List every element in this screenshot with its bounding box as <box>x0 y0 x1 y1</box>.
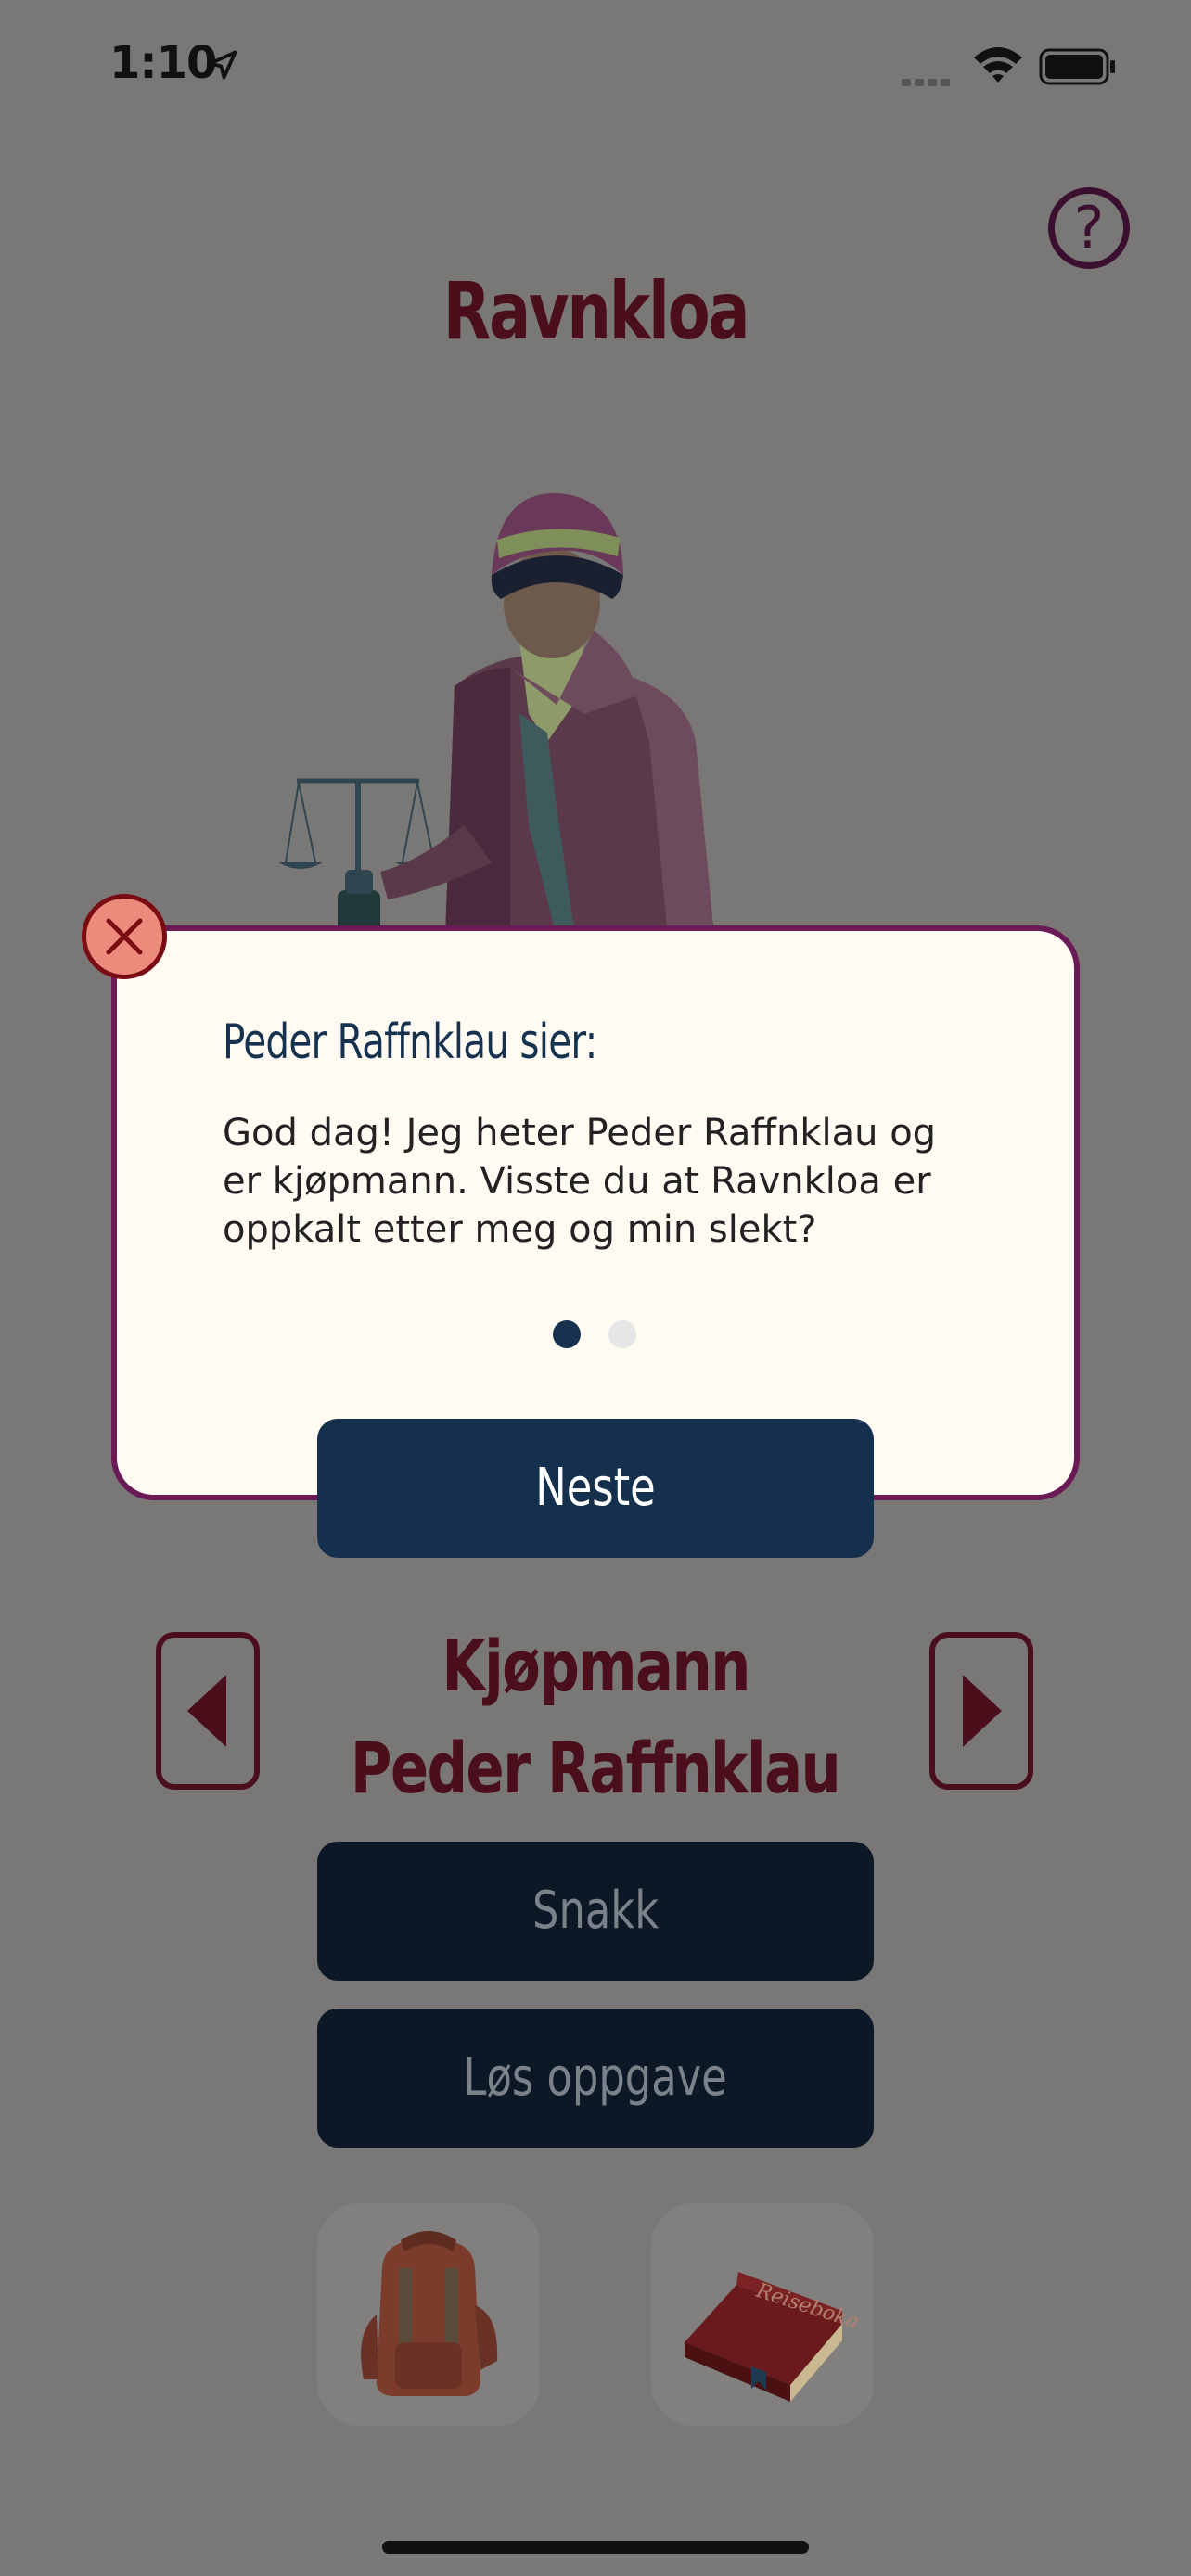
page-dot-inactive <box>608 1320 636 1348</box>
solve-task-button[interactable]: Løs oppgave <box>317 2009 874 2148</box>
close-icon <box>106 918 143 955</box>
close-dialog-button[interactable] <box>82 894 167 979</box>
talk-button-label: Snakk <box>531 1881 660 1941</box>
page-dot-active <box>553 1320 581 1348</box>
character-name: Peder Raffnklau <box>351 1727 841 1809</box>
merchant-character-illustration <box>278 492 714 937</box>
character-role: Kjøpmann <box>442 1625 750 1707</box>
location-arrow-icon <box>208 50 237 80</box>
help-button[interactable]: ? <box>1048 187 1130 269</box>
solve-task-button-label: Løs oppgave <box>463 2047 728 2108</box>
backpack-button[interactable] <box>317 2203 540 2426</box>
dialog-speaker: Peder Raffnklau sier: <box>223 1014 597 1070</box>
book-icon: Reiseboka <box>685 2272 862 2402</box>
screen: 1:10 ? Ravnkloa Peder Raffnklau sier: Go… <box>0 0 1191 2576</box>
travel-book-button[interactable]: Reiseboka <box>651 2203 874 2426</box>
page-indicator <box>553 1320 664 1353</box>
wifi-icon <box>974 47 1022 83</box>
cellular-signal-icon <box>902 74 954 91</box>
status-time: 1:10 <box>109 37 217 89</box>
battery-icon <box>1039 48 1115 85</box>
home-indicator[interactable] <box>382 2541 809 2554</box>
dialog-message: God dag! Jeg heter Peder Raffnklau og er… <box>223 1112 937 1251</box>
talk-button[interactable]: Snakk <box>317 1842 874 1981</box>
next-button[interactable]: Neste <box>317 1419 874 1558</box>
next-button-label: Neste <box>535 1458 656 1518</box>
backpack-icon <box>361 2231 498 2396</box>
location-title: Ravnkloa <box>442 265 750 358</box>
